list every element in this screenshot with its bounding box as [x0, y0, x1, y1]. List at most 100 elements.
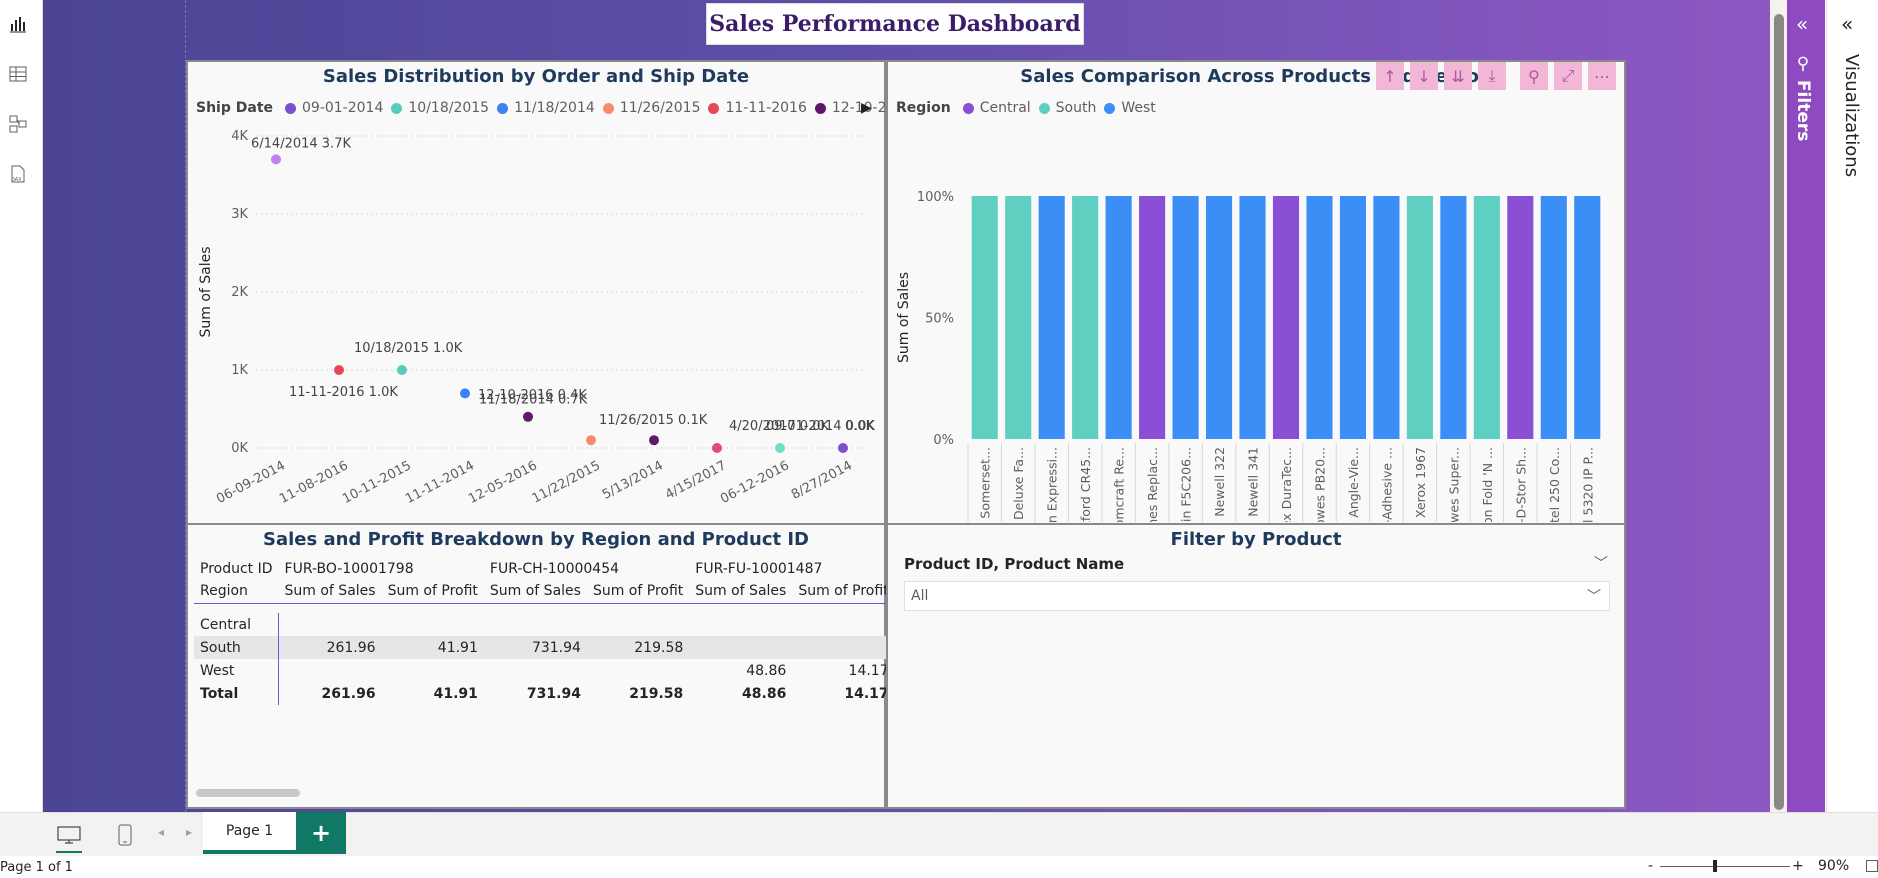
page-tab[interactable]: Page 1 [203, 812, 296, 854]
column-bar[interactable] [1440, 196, 1467, 439]
column-bar[interactable] [1172, 196, 1199, 439]
matrix-header-cell[interactable]: Sum of Sales [689, 580, 792, 603]
column-bar[interactable] [1507, 196, 1534, 439]
column-bar[interactable] [1072, 196, 1099, 439]
column-bar[interactable] [1306, 196, 1333, 439]
scatter-point[interactable] [838, 443, 848, 453]
data-label: 10/18/2015 1.0K [354, 341, 463, 356]
scatter-point[interactable] [334, 365, 344, 375]
column-bar[interactable] [1373, 196, 1400, 439]
visual-title: Sales and Profit Breakdown by Region and… [263, 529, 809, 550]
matrix-header-cell[interactable]: FUR-BO-10001798 [279, 557, 484, 580]
scatter-point[interactable] [271, 154, 281, 165]
dashboard-title-box[interactable]: Sales Performance Dashboard [706, 3, 1084, 45]
legend-item[interactable]: South [1056, 100, 1097, 116]
matrix-header-cell: Region [200, 583, 248, 600]
visualizations-pane-collapsed[interactable]: « Visualizations [1826, 0, 1878, 851]
table-row[interactable]: Central [194, 613, 916, 636]
slicer-dropdown[interactable]: All ﹀ [904, 581, 1610, 611]
legend-next-arrow-icon[interactable]: ▶ [861, 100, 872, 116]
sales-comparison-column-visual[interactable]: Sales Comparison Across Products and Reg… [886, 60, 1626, 525]
drill-down-icon[interactable]: ↓ [1410, 62, 1438, 90]
zoom-slider[interactable] [1660, 866, 1790, 867]
legend-item[interactable]: 11-11-2016 [725, 100, 806, 116]
scatter-point[interactable] [775, 443, 785, 453]
x-tick-label: Fellowes Super... [1446, 447, 1461, 522]
column-bar[interactable] [1005, 196, 1032, 439]
matrix-header-cell[interactable]: FUR-CH-10000454 [484, 557, 689, 580]
scatter-point[interactable] [460, 388, 470, 399]
matrix-header-cell[interactable]: Sum of Profit [382, 580, 484, 603]
region-legend[interactable]: Region Central South West [896, 100, 1156, 116]
scatter-point[interactable] [523, 411, 533, 422]
total-row[interactable]: Total 261.96 41.91 731.94 219.58 48.86 1… [194, 682, 916, 705]
column-bar[interactable] [1406, 196, 1433, 439]
table-cell: 219.58 [586, 636, 690, 659]
y-tick-label: 1K [231, 363, 248, 378]
sales-profit-matrix-visual[interactable]: Sales and Profit Breakdown by Region and… [186, 523, 916, 809]
legend-item[interactable]: West [1121, 100, 1155, 116]
column-bar[interactable] [1574, 196, 1601, 439]
dax-query-icon[interactable]: DAX [8, 164, 28, 184]
zoom-slider-thumb[interactable] [1713, 860, 1717, 872]
horizontal-scrollbar[interactable] [196, 789, 300, 797]
zoom-out-button[interactable]: - [1648, 858, 1653, 874]
matrix-header-cell[interactable]: Sum of Sales [279, 580, 382, 603]
previous-page-icon[interactable]: ◂ [158, 825, 164, 839]
expand-chevron-icon[interactable]: « [1841, 12, 1853, 36]
scatter-point[interactable] [397, 365, 407, 375]
column-bar[interactable] [1139, 196, 1166, 439]
legend-item[interactable]: 10/18/2015 [408, 100, 489, 116]
matrix-table: Product ID FUR-BO-10001798 FUR-CH-100004… [194, 557, 916, 705]
column-bar[interactable] [971, 196, 998, 439]
matrix-header-cell[interactable]: Sum of Profit [792, 580, 894, 603]
column-bar[interactable] [1239, 196, 1266, 439]
table-view-icon[interactable] [8, 64, 28, 84]
expand-chevron-icon[interactable]: « [1796, 12, 1808, 36]
mobile-layout-icon[interactable] [117, 823, 133, 847]
column-bar[interactable] [1272, 196, 1300, 439]
drill-up-icon[interactable]: ↑ [1376, 62, 1404, 90]
slicer-selected-value: All [911, 588, 929, 604]
table-row[interactable]: South 261.96 41.91 731.94 219.58 [194, 636, 916, 659]
column-bar[interactable] [1540, 196, 1567, 439]
column-bar[interactable] [1473, 196, 1500, 439]
expand-all-icon[interactable]: ⇊ [1444, 62, 1472, 90]
add-page-button[interactable]: + [296, 812, 346, 854]
sales-distribution-scatter-visual[interactable]: Sales Distribution by Order and Ship Dat… [186, 60, 909, 525]
product-slicer-visual[interactable]: Filter by Product Product ID, Product Na… [886, 523, 1626, 809]
report-view-icon[interactable] [8, 14, 28, 34]
chevron-down-icon[interactable]: ﹀ [1594, 553, 1608, 573]
legend-item[interactable]: 11/26/2015 [620, 100, 701, 116]
column-bar[interactable] [1205, 196, 1233, 439]
column-bar[interactable] [1105, 196, 1132, 439]
next-page-icon[interactable]: ▸ [186, 825, 192, 839]
focus-mode-icon[interactable]: ⤢ [1554, 62, 1582, 90]
column-bar[interactable] [1339, 196, 1367, 439]
matrix-header-cell[interactable]: FUR-FU-10001487 [689, 557, 894, 580]
legend-item[interactable]: Central [980, 100, 1031, 116]
column-bar[interactable] [1038, 196, 1065, 439]
legend-item[interactable]: 09-01-2014 [302, 100, 383, 116]
scatter-point[interactable] [712, 443, 722, 453]
filter-icon[interactable]: ⚲ [1520, 62, 1548, 90]
x-tick-label: 12-05-2016 [466, 458, 540, 507]
table-row[interactable]: West 48.86 14.17 [194, 659, 916, 682]
filters-pane-collapsed[interactable]: « ⚲ Filters [1787, 0, 1825, 812]
scrollbar-thumb[interactable] [1774, 14, 1784, 810]
matrix-header-cell[interactable]: Sum of Sales [484, 580, 587, 603]
y-tick-label: 3K [231, 207, 248, 222]
zoom-level[interactable]: 90% [1818, 858, 1849, 874]
more-options-icon[interactable]: ⋯ [1588, 62, 1616, 90]
ship-date-legend[interactable]: Ship Date 09-01-2014 10/18/2015 11/18/2014… [196, 100, 909, 116]
desktop-layout-icon[interactable] [56, 825, 82, 845]
model-view-icon[interactable] [8, 114, 28, 134]
zoom-in-button[interactable]: + [1792, 858, 1804, 874]
scatter-point[interactable] [586, 435, 596, 446]
legend-item[interactable]: 11/18/2014 [514, 100, 595, 116]
fit-to-page-icon[interactable] [1866, 860, 1878, 872]
matrix-header-cell[interactable]: Sum of Profit [587, 580, 689, 603]
legend-marker [962, 102, 974, 114]
scatter-point[interactable] [649, 435, 659, 446]
expand-next-icon[interactable]: ⤓ [1478, 62, 1506, 90]
